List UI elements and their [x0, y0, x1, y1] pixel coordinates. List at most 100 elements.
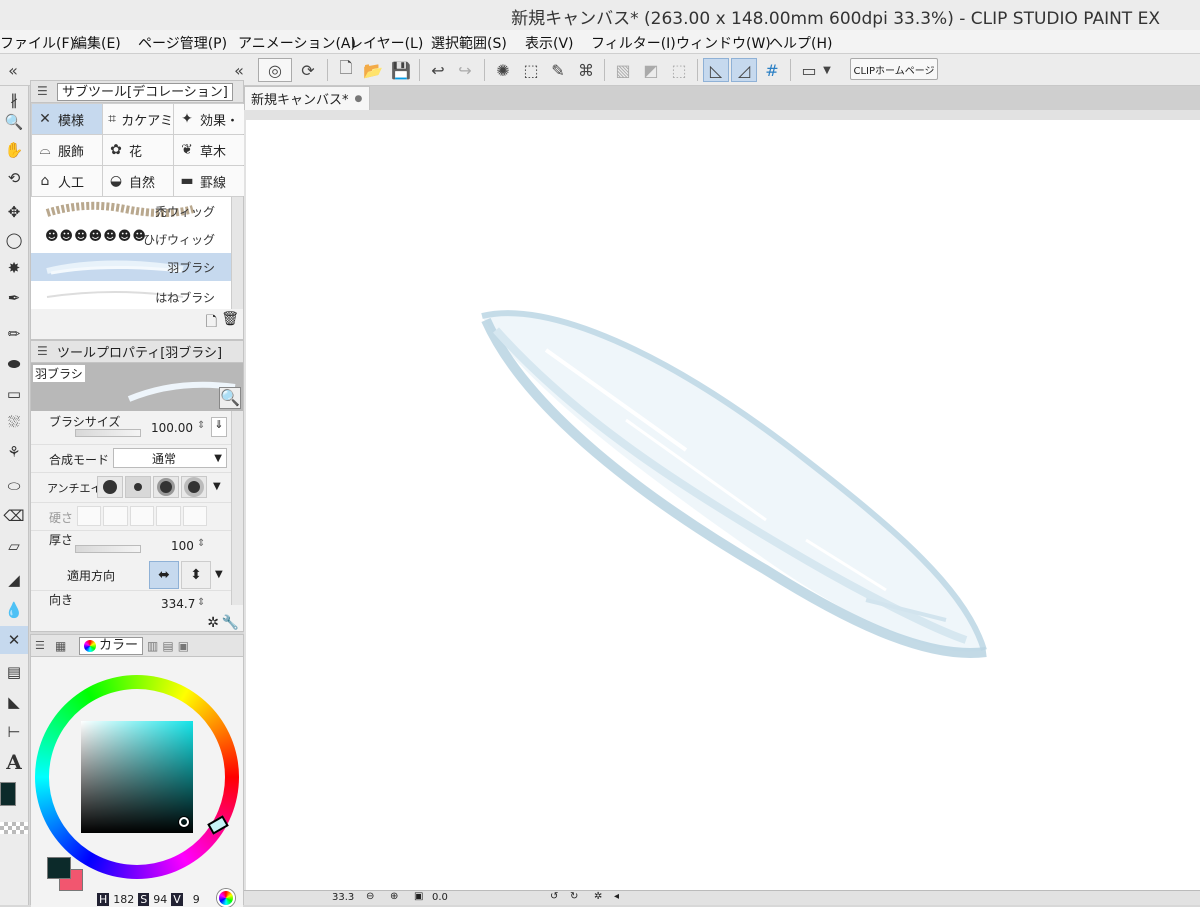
reset-rotation-icon[interactable]: ✲ [594, 891, 602, 902]
brush-size-slider[interactable] [75, 429, 141, 437]
select-all-icon[interactable]: ⬚ [518, 58, 544, 82]
gradient-icon[interactable]: ▤ [0, 658, 28, 686]
transform-icon[interactable]: ⌘ [573, 58, 599, 82]
chevron-left-icon[interactable]: ◂ [614, 891, 619, 902]
spinner-icon[interactable]: ⇕ [197, 420, 205, 431]
angle-value[interactable]: 0.0 [432, 892, 448, 903]
close-icon[interactable]: ● [355, 94, 363, 104]
ellipse-icon[interactable]: ⬭ [0, 472, 28, 500]
eyedropper-tool-icon[interactable]: ✒ [0, 284, 28, 312]
subtool-group-effect[interactable]: ✦ 効果・ [174, 104, 244, 134]
hardness-steps[interactable] [77, 506, 208, 526]
chevron-down-icon[interactable]: ▼ [215, 569, 223, 580]
collapse-left-icon[interactable]: « [0, 58, 26, 82]
menu-filter[interactable]: フィルター(I) [591, 33, 676, 53]
subtool-group-plant[interactable]: ❦ 草木 [174, 135, 244, 165]
blend-icon[interactable]: ▱ [0, 532, 28, 560]
clip-studio-icon[interactable]: ◎ [258, 58, 292, 82]
approximate-color-tab-icon[interactable]: ▣ [178, 639, 189, 653]
color-history-tab-icon[interactable]: ▤ [162, 639, 173, 653]
size-pressure-icon[interactable]: ⇓ [211, 417, 227, 437]
frame-icon[interactable]: ⊢ [0, 718, 28, 746]
panel-menu-icon[interactable]: ☰ [37, 344, 48, 358]
move-icon[interactable]: ✥ [0, 198, 28, 226]
pen-icon[interactable]: ✏ [0, 320, 28, 348]
snap-ruler-icon[interactable]: ◺ [703, 58, 729, 82]
subtool-group-nature[interactable]: ◒ 自然 [103, 166, 173, 196]
airbrush-icon[interactable]: ⛆ [0, 408, 28, 436]
eraser-icon[interactable]: ⌫ [0, 502, 28, 530]
snap-grid-icon[interactable]: # [759, 58, 785, 82]
subtool-group-clothing[interactable]: ⌓ 服飾 [32, 135, 102, 165]
transparent-swatch[interactable] [0, 822, 28, 834]
menu-window[interactable]: ウィンドウ(W) [676, 33, 771, 53]
property-scrollbar[interactable] [231, 411, 243, 605]
color-slider-tab-icon[interactable]: ▥ [147, 639, 158, 653]
color-mode-icon[interactable] [217, 889, 235, 907]
collapse-panel-icon[interactable]: « [226, 58, 252, 82]
brush-item-selected[interactable]: 羽ブラシ [31, 253, 231, 281]
lasso-icon[interactable]: ◯ [0, 226, 28, 254]
rotate-left-icon[interactable]: ↺ [550, 891, 558, 902]
brush-item[interactable]: 禿ウィッグ [31, 197, 231, 223]
main-color-chip[interactable] [47, 857, 71, 879]
subtool-group-pattern[interactable]: ✕ 模様 [32, 104, 102, 134]
menu-help[interactable]: ヘルプ(H) [769, 33, 832, 53]
spinner-icon[interactable]: ⇕ [197, 538, 205, 549]
subtool-group-crosshatch[interactable]: ⌗ カケアミ [103, 104, 173, 134]
chevron-down-icon[interactable]: ▼ [213, 481, 221, 492]
undo-icon[interactable]: ↩ [425, 58, 451, 82]
drop-icon[interactable]: 💧 [0, 596, 28, 624]
color-wheel-tab[interactable]: カラー [79, 636, 144, 655]
open-file-icon[interactable]: 📂 [360, 58, 386, 82]
hand-icon[interactable]: ✋ [0, 136, 28, 164]
antialias-strong[interactable] [181, 476, 207, 498]
brush-icon[interactable]: ▭ [0, 380, 28, 408]
menu-view[interactable]: 表示(V) [525, 33, 574, 53]
brush-item[interactable]: はねブラシ [31, 283, 231, 309]
menu-animation[interactable]: アニメーション(A) [238, 33, 356, 53]
chevron-down-icon[interactable]: ▼ [820, 58, 834, 82]
menu-selection[interactable]: 選択範囲(S) [431, 33, 507, 53]
subtool-group-artificial[interactable]: ⌂ 人工 [32, 166, 102, 196]
settings-icon[interactable]: ✲ [207, 615, 219, 631]
new-file-icon[interactable]: 🗋 [333, 58, 359, 82]
sv-square[interactable] [81, 721, 193, 833]
direction-v-icon[interactable]: ⬍ [181, 561, 211, 589]
menu-layer[interactable]: レイヤー(L) [349, 33, 423, 53]
main-color-swatch[interactable] [0, 782, 16, 806]
fill-tool-icon[interactable]: ◢ [0, 566, 28, 594]
fill-icon[interactable]: ◩ [638, 58, 664, 82]
loading-icon[interactable]: ✺ [490, 58, 516, 82]
subtool-group-flower[interactable]: ✿ 花 [103, 135, 173, 165]
thickness-slider[interactable] [75, 545, 141, 553]
direction-h-icon[interactable]: ⬌ [149, 561, 179, 589]
spinner-icon[interactable]: ⇕ [197, 597, 205, 608]
text-icon[interactable]: A [0, 748, 28, 776]
menu-edit[interactable]: 編集(E) [73, 33, 121, 53]
pencil-icon[interactable]: ⬬ [0, 350, 28, 378]
thickness-value[interactable]: 100 [171, 539, 194, 553]
trash-icon[interactable]: 🗑 [221, 311, 239, 327]
panel-menu-icon[interactable]: ☰ [37, 84, 48, 98]
zoom-in-icon[interactable]: ⊕ [390, 891, 398, 902]
eyedropper-icon[interactable]: ✎ [545, 58, 571, 82]
decoration-tool-icon[interactable]: ✕ [0, 626, 28, 654]
save-icon[interactable]: 💾 [388, 58, 414, 82]
figure-icon[interactable]: ◣ [0, 688, 28, 716]
canvas-paper[interactable] [246, 120, 1200, 890]
redo-icon[interactable]: ↪ [452, 58, 478, 82]
subtool-group-ruled-line[interactable]: ▬ 罫線 [174, 166, 244, 196]
zoom-icon[interactable]: 🔍 [0, 108, 28, 136]
clear-icon[interactable]: ▧ [610, 58, 636, 82]
antialias-weak[interactable] [125, 476, 151, 498]
antialias-medium[interactable] [153, 476, 179, 498]
document-tab[interactable]: 新規キャンバス* ● [244, 86, 370, 110]
brush-size-value[interactable]: 100.00 [151, 421, 193, 435]
antialias-none[interactable] [97, 476, 123, 498]
fit-icon[interactable]: ▣ [414, 891, 423, 902]
deselect-icon[interactable]: ⬚ [666, 58, 692, 82]
zoom-out-icon[interactable]: ⊖ [366, 891, 374, 902]
snap-special-ruler-icon[interactable]: ◿ [731, 58, 757, 82]
magic-wand-icon[interactable]: ✸ [0, 254, 28, 282]
